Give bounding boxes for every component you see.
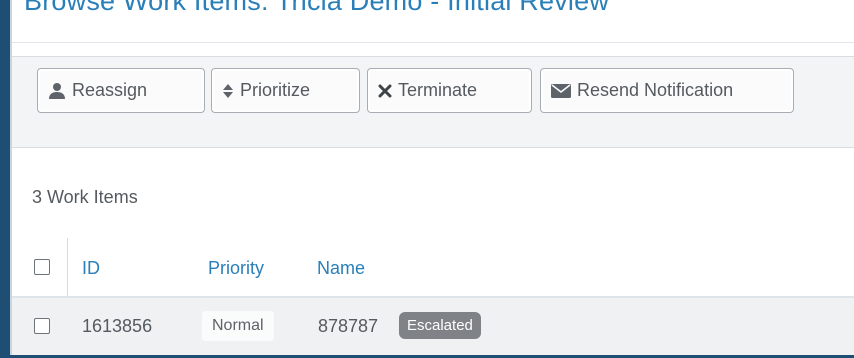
resend-notification-label: Resend Notification [577, 80, 734, 100]
prioritize-button[interactable]: Prioritize [211, 68, 360, 113]
column-header-priority[interactable]: Priority [208, 258, 264, 279]
title-divider [12, 42, 854, 43]
prioritize-label: Prioritize [240, 80, 311, 100]
row-checkbox[interactable] [34, 318, 50, 334]
page-title: Browse Work Items: Tricia Demo - Initial… [24, 0, 610, 16]
action-toolbar: Reassign Prioritize Terminate Resend Not… [12, 56, 854, 148]
work-items-panel: Browse Work Items: Tricia Demo - Initial… [10, 0, 854, 355]
reassign-button[interactable]: Reassign [37, 68, 205, 113]
work-item-name[interactable]: 878787 [318, 316, 378, 337]
column-header-id[interactable]: ID [82, 258, 100, 279]
terminate-button[interactable]: Terminate [367, 68, 532, 113]
table-header: ID Priority Name [12, 238, 854, 298]
column-divider [67, 238, 68, 296]
user-icon [48, 82, 66, 100]
priority-label: Normal [202, 311, 274, 341]
envelope-icon [551, 83, 571, 99]
work-item-count: 3 Work Items [32, 187, 138, 207]
reassign-label: Reassign [72, 80, 148, 100]
table-row[interactable]: 1613856 Normal 878787 Escalated [12, 298, 854, 355]
column-header-name[interactable]: Name [317, 258, 365, 279]
work-item-id: 1613856 [82, 316, 153, 336]
sort-icon [222, 82, 234, 100]
close-icon [378, 84, 392, 98]
status-badge: Escalated [399, 312, 481, 339]
select-all-checkbox[interactable] [34, 259, 50, 275]
resend-notification-button[interactable]: Resend Notification [540, 68, 794, 113]
terminate-label: Terminate [398, 80, 478, 100]
